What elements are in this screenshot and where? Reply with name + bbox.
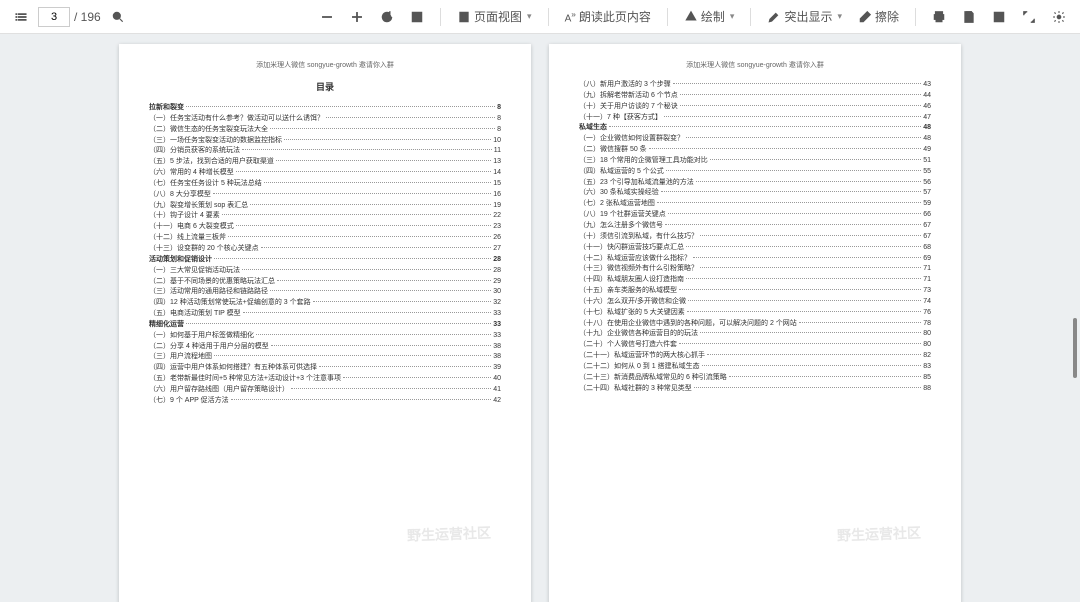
toc-entry: （十五）亲车类服务的私域模型73 <box>579 286 931 297</box>
toc-entry: （十四）私域朋友圈人设打造指南71 <box>579 275 931 286</box>
page-right: 添加米理人微信 songyue-growth 邀请你入群 （八）新用户激活的 3… <box>549 44 961 602</box>
page-header: 添加米理人微信 songyue-growth 邀请你入群 <box>149 60 501 70</box>
toc-entry: （六）30 条私域实操经验57 <box>579 188 931 199</box>
total-pages: / 196 <box>74 10 101 24</box>
pdf-toolbar: / 196 页面视图▾ A»朗读此页内容 绘制▾ 突出显示▾ 擦除 <box>0 0 1080 34</box>
highlight-button[interactable]: 突出显示▾ <box>761 5 848 28</box>
toc-entry: （三）活动常用的通用路径和链路路径30 <box>149 287 501 298</box>
toc-entry: （二十三）新消费品牌私域常见的 6 种引流策略85 <box>579 373 931 384</box>
toc-entry: （四）运营中用户体系如何搭建？有五种体系可供选择39 <box>149 363 501 374</box>
toc-entry: （四）私域运营的 5 个公式55 <box>579 167 931 178</box>
toc-entry: （二）微信搜群 50 条49 <box>579 145 931 156</box>
toc-entry: （三）用户流程地图38 <box>149 352 501 363</box>
toc-entry: （七）2 张私域运营地图59 <box>579 199 931 210</box>
toc-entry: （八）8 大分享模型16 <box>149 190 501 201</box>
toc-entry: （二十一）私域运营环节的两大核心抓手82 <box>579 351 931 362</box>
zoom-out-icon[interactable] <box>314 7 340 27</box>
page-number-input[interactable] <box>38 7 70 27</box>
toc-entry: （一）任务宝活动有什么参考？做活动可以送什么诱饵？8 <box>149 114 501 125</box>
toc-entry: （二十）个人微信号打造六件套80 <box>579 340 931 351</box>
toc-entry: （三）一场任务宝裂变活动的数据监控指标10 <box>149 136 501 147</box>
toc-entry: （十六）怎么双开/多开微信和企微74 <box>579 297 931 308</box>
toc-entry: 私域生态48 <box>579 123 931 134</box>
toc-entry: （十）须信引流到私域，有什么技巧？67 <box>579 232 931 243</box>
toc-entry: （十二）私域运营应该做什么指标？69 <box>579 254 931 265</box>
page-view-button[interactable]: 页面视图▾ <box>451 5 538 28</box>
zoom-in-icon[interactable] <box>344 7 370 27</box>
toc-entry: （二）基于不同场景的优惠策略玩法汇总29 <box>149 277 501 288</box>
toc-entry: （四）分销员获客的系统玩法11 <box>149 146 501 157</box>
toc-entry: （三）18 个常用的企微管理工具功能对比51 <box>579 156 931 167</box>
toc-entry: （八）新用户激活的 3 个步骤43 <box>579 80 931 91</box>
fullscreen-icon[interactable] <box>1016 7 1042 27</box>
toc-entry: （五）23 个引导加私域流量池的方法56 <box>579 178 931 189</box>
toc-entry: （二）分享 4 种适用于用户分层的模型38 <box>149 342 501 353</box>
toc-entry: 活动策划和促销设计28 <box>149 255 501 266</box>
scrollbar-thumb[interactable] <box>1073 318 1077 378</box>
settings-icon[interactable] <box>1046 7 1072 27</box>
page-header: 添加米理人微信 songyue-growth 邀请你入群 <box>579 60 931 70</box>
toc-entry: （十一）电商 6 大裂变模式23 <box>149 222 501 233</box>
toc-entry: （十）关于用户访谈的 7 个秘诀46 <box>579 102 931 113</box>
toc-entry: （二十二）如何从 0 到 1 搭建私域生态83 <box>579 362 931 373</box>
fit-page-icon[interactable] <box>404 7 430 27</box>
save-icon[interactable] <box>956 7 982 27</box>
read-aloud-button[interactable]: A»朗读此页内容 <box>559 5 657 28</box>
toc-entry: （二）微信生态的任务宝裂变玩法大全8 <box>149 125 501 136</box>
toc-entry: （七）任务宝任务设计 5 种玩法总结15 <box>149 179 501 190</box>
rotate-icon[interactable] <box>374 7 400 27</box>
toc-entry: 精细化运营33 <box>149 320 501 331</box>
toc-entry: （一）企业微信如何设置群裂变？48 <box>579 134 931 145</box>
toc-entry: （十三）微信视频外有什么引粉策略？71 <box>579 264 931 275</box>
print-icon[interactable] <box>926 7 952 27</box>
toc-entry: （九）裂变增长策划 sop 表汇总19 <box>149 201 501 212</box>
toc-entry: （十一）7 种【获客方式】47 <box>579 113 931 124</box>
toc-entry: （五）电商活动策划 TIP 模型33 <box>149 309 501 320</box>
search-icon[interactable] <box>105 7 131 27</box>
toc-entry: （四）12 种活动策划常使玩法+促编创意的 3 个套路32 <box>149 298 501 309</box>
toc-entry: （五）5 步法，找到合适的用户获取渠道13 <box>149 157 501 168</box>
toc-entry: （一）三大常见促销活动玩法28 <box>149 266 501 277</box>
toc-entry: （九）拆解老带新活动 6 个节点44 <box>579 91 931 102</box>
toc-entry: （五）老带新最佳时间+5 种常见方法+活动设计+3 个注意事项40 <box>149 374 501 385</box>
page-left: 添加米理人微信 songyue-growth 邀请你入群 目录 拉新和裂变8（一… <box>119 44 531 602</box>
toc-entry: （八）19 个社群运营关键点66 <box>579 210 931 221</box>
toc-entry: （十）钩子设计 4 要素22 <box>149 211 501 222</box>
toc-entry: （七）9 个 APP 促活方法42 <box>149 396 501 407</box>
toc-entry: （十三）设变群的 20 个核心关键点27 <box>149 244 501 255</box>
outline-toggle[interactable] <box>8 7 34 27</box>
document-viewer[interactable]: 添加米理人微信 songyue-growth 邀请你入群 目录 拉新和裂变8（一… <box>0 34 1080 602</box>
toc-entry: 拉新和裂变8 <box>149 103 501 114</box>
watermark: 野生运营社区 <box>407 523 492 546</box>
toc-entry: （六）用户留存路线图（用户留存策略设计）41 <box>149 385 501 396</box>
draw-button[interactable]: 绘制▾ <box>678 5 741 28</box>
toc-entry: （一）如何基于用户标签做精细化33 <box>149 331 501 342</box>
toc-entry: （十九）企业微信各种运营目的的玩法80 <box>579 329 931 340</box>
toc-title: 目录 <box>149 80 501 93</box>
erase-button[interactable]: 擦除 <box>852 5 905 28</box>
toc-entry: （二十四）私域社群的 3 种常见类型88 <box>579 384 931 395</box>
toc-entry: （十八）在使用企业微信中遇到的各种问题，可以解决问题的 2 个网站78 <box>579 319 931 330</box>
watermark: 野生运营社区 <box>837 523 922 546</box>
toc-entry: （十一）快闪群运营技巧要点汇总68 <box>579 243 931 254</box>
toc-entry: （十二）线上流量三板斧26 <box>149 233 501 244</box>
toc-entry: （九）怎么注册多个微信号67 <box>579 221 931 232</box>
toc-entry: （十七）私域扩张的 5 大关键因素76 <box>579 308 931 319</box>
toc-entry: （六）常用的 4 种增长模型14 <box>149 168 501 179</box>
annotate-icon[interactable] <box>986 7 1012 27</box>
